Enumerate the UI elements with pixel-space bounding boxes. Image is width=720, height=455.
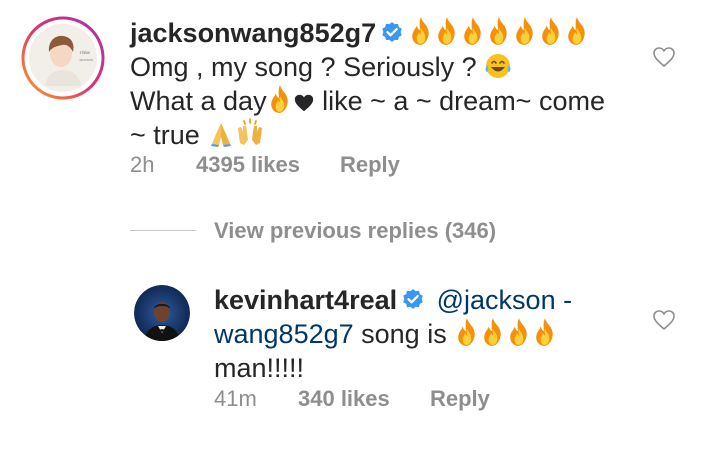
fire-emoji-icon (486, 16, 512, 46)
likes-count[interactable]: 4395 likes (196, 152, 300, 178)
comment-body: kevinhart4real @jackson - wang852g7 song… (214, 283, 654, 385)
fire-emoji-group (408, 18, 590, 48)
verified-badge-icon (380, 21, 404, 45)
comment-line-3: What a day like ~ a ~ dream~ come (130, 84, 605, 116)
comment-line-1: kevinhart4real @jackson - (214, 283, 654, 317)
reply-button[interactable]: Reply (340, 152, 400, 178)
comment-time[interactable]: 2h (130, 152, 154, 178)
avatar-image: ITEM JACKSON (21, 16, 105, 100)
mention-link[interactable]: wang852g7 (214, 319, 354, 349)
avatar[interactable] (134, 285, 190, 341)
svg-text:JACKSON: JACKSON (79, 58, 93, 62)
fire-emoji-icon (480, 317, 506, 347)
comment-line-4: ~ true (130, 118, 650, 152)
reply-button[interactable]: Reply (430, 386, 490, 412)
fire-emoji-icon (538, 16, 564, 46)
likes-count[interactable]: 340 likes (298, 386, 390, 412)
black-heart-emoji-icon (294, 94, 313, 112)
fire-emoji-icon (512, 16, 538, 46)
svg-text:ITEM: ITEM (80, 50, 90, 55)
comment-line-1: jacksonwang852g7 (130, 16, 650, 50)
comment-line-3: man!!!!! (214, 353, 305, 383)
comment-line-2: Omg , my song ? Seriously ? (130, 50, 650, 84)
verified-badge-icon (401, 288, 425, 312)
mention-link[interactable]: @jackson - (437, 285, 572, 315)
comment-line-2: wang852g7 song is (214, 317, 654, 351)
fire-emoji-icon (532, 317, 558, 347)
username[interactable]: jacksonwang852g7 (130, 18, 376, 48)
fire-emoji-icon (460, 16, 486, 46)
avatar[interactable]: ITEM JACKSON (21, 16, 105, 100)
tears-of-joy-emoji-icon (485, 54, 511, 78)
fire-emoji-icon (434, 16, 460, 46)
fire-emoji-icon (506, 317, 532, 347)
comment-meta: 41m 340 likes Reply (214, 386, 514, 412)
fire-emoji-icon (267, 84, 293, 114)
replies-divider (130, 230, 196, 231)
folded-hands-emoji-icon (211, 123, 232, 147)
fire-emoji-icon (454, 317, 480, 347)
comment-meta: 2h 4395 likes Reply (130, 152, 430, 178)
heart-outline-icon[interactable] (652, 309, 676, 331)
raising-hands-emoji-icon (238, 118, 263, 145)
fire-emoji-icon (564, 16, 590, 46)
fire-emoji-group (454, 319, 558, 349)
avatar-image (134, 285, 190, 341)
comment-body: jacksonwang852g7 Omg , my song ? Serious… (130, 16, 650, 152)
fire-emoji-icon (408, 16, 434, 46)
comment-time[interactable]: 41m (214, 386, 257, 412)
heart-outline-icon[interactable] (652, 46, 676, 68)
username[interactable]: kevinhart4real (214, 285, 397, 315)
